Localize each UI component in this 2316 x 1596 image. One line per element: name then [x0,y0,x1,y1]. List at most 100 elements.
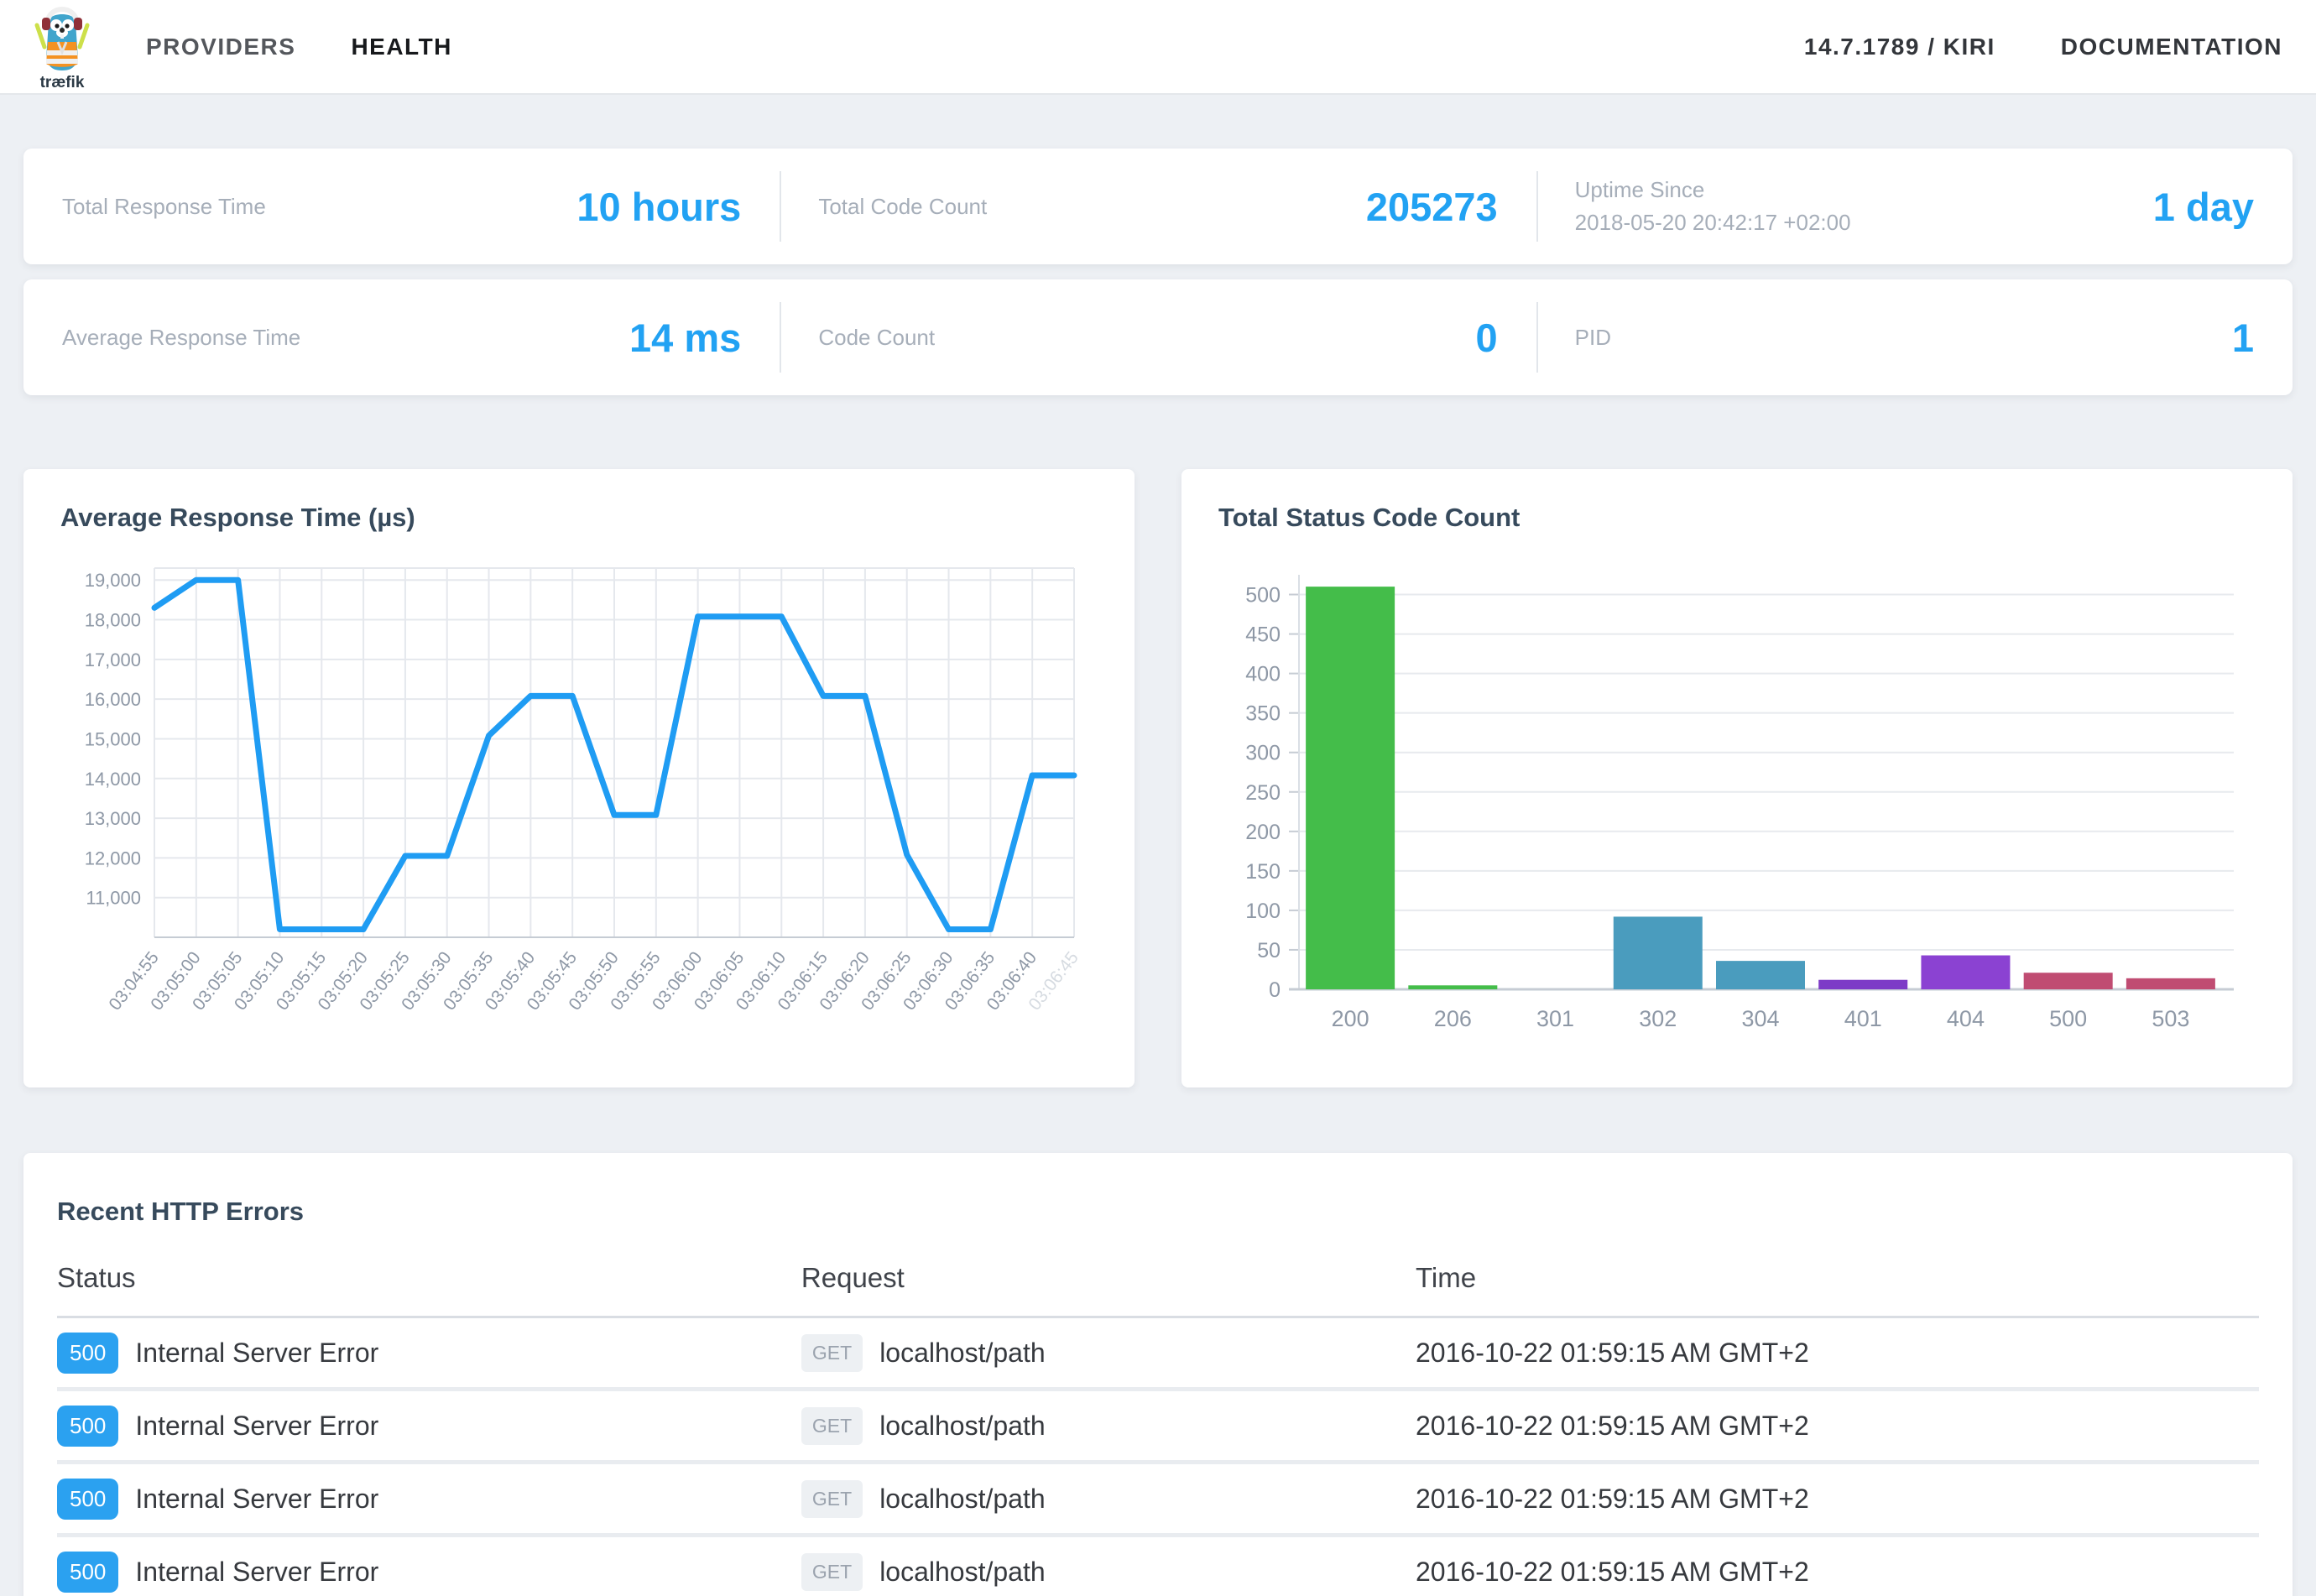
stat-label: Total Code Count [818,190,987,223]
request-path: localhost/path [879,1484,1045,1515]
status-code-chart-panel: Total Status Code Count 0501001502002503… [1181,469,2293,1087]
stat-total-code-count: Total Code Count 205273 [780,149,1536,264]
svg-text:14,000: 14,000 [85,769,141,790]
response-time-chart-panel: Average Response Time (µs) 11,00012,0001… [23,469,1135,1087]
request-path: localhost/path [879,1411,1045,1442]
status-cell: 500 Internal Server Error [57,1406,801,1447]
dashboard-content: Total Response Time 10 hours Total Code … [0,149,2316,1596]
time-cell: 2016-10-22 01:59:15 AM GMT+2 [1416,1338,2259,1369]
charts-row: Average Response Time (µs) 11,00012,0001… [23,469,2293,1087]
svg-text:401: 401 [1844,1006,1882,1031]
request-cell: GET localhost/path [801,1407,1416,1445]
status-text: Internal Server Error [135,1557,378,1588]
column-header-status: Status [57,1262,801,1294]
nav-right: 14.7.1789 / KIRI DOCUMENTATION [1804,34,2282,60]
table-body: 500 Internal Server Error GET localhost/… [57,1318,2259,1596]
svg-text:15,000: 15,000 [85,728,141,749]
table-title: Recent HTTP Errors [57,1197,2259,1227]
svg-text:500: 500 [2049,1006,2087,1031]
traefik-wordmark: træfik [40,74,85,91]
http-error-row: 500 Internal Server Error GET localhost/… [57,1391,2259,1464]
stat-label: Uptime Since 2018-05-20 20:42:17 +02:00 [1575,174,1851,239]
line-chart-title: Average Response Time (µs) [60,503,1098,533]
status-cell: 500 Internal Server Error [57,1552,801,1593]
svg-text:16,000: 16,000 [85,689,141,710]
svg-text:50: 50 [1257,939,1281,962]
svg-text:11,000: 11,000 [86,888,141,909]
svg-text:17,000: 17,000 [85,649,141,670]
status-cell: 500 Internal Server Error [57,1333,801,1374]
svg-text:13,000: 13,000 [85,808,141,829]
request-path: localhost/path [879,1338,1045,1369]
http-error-row: 500 Internal Server Error GET localhost/… [57,1537,2259,1596]
time-cell: 2016-10-22 01:59:15 AM GMT+2 [1416,1411,2259,1442]
stat-code-count: Code Count 0 [780,279,1536,395]
stat-label: Code Count [818,321,935,354]
svg-text:503: 503 [2152,1006,2189,1031]
top-navbar: træfik PROVIDERS HEALTH 14.7.1789 / KIRI… [0,0,2316,95]
traefik-gopher-icon: træfik [26,3,98,91]
svg-text:18,000: 18,000 [85,610,141,631]
svg-text:250: 250 [1245,781,1281,805]
svg-text:404: 404 [1947,1006,1985,1031]
svg-text:500: 500 [1245,584,1281,608]
stat-value: 1 [2232,315,2254,361]
http-error-row: 500 Internal Server Error GET localhost/… [57,1464,2259,1537]
http-error-row: 500 Internal Server Error GET localhost/… [57,1318,2259,1391]
status-code-badge: 500 [57,1333,118,1374]
nav-item-documentation[interactable]: DOCUMENTATION [2061,34,2282,60]
traefik-logo[interactable]: træfik [22,3,102,91]
http-method-chip: GET [801,1407,863,1445]
status-code-badge: 500 [57,1552,118,1593]
nav-item-providers[interactable]: PROVIDERS [146,34,295,60]
svg-text:150: 150 [1245,860,1281,884]
version-label: 14.7.1789 / KIRI [1804,34,1995,60]
http-method-chip: GET [801,1480,863,1518]
http-method-chip: GET [801,1334,863,1372]
stat-total-response-time: Total Response Time 10 hours [23,149,780,264]
status-code-badge: 500 [57,1406,118,1447]
average-response-time-line-chart: 11,000 12,000 13,000 14,000 15,000 16,000 17,0… [60,550,1098,1053]
time-cell: 2016-10-22 01:59:15 AM GMT+2 [1416,1557,2259,1588]
svg-text:350: 350 [1245,702,1281,726]
stat-average-response-time: Average Response Time 14 ms [23,279,780,395]
svg-text:12,000: 12,000 [85,848,141,868]
total-status-code-bar-chart: 0501001502002503003504004505002002063013… [1218,550,2256,1053]
status-text: Internal Server Error [135,1338,378,1369]
http-method-chip: GET [801,1553,863,1591]
uptime-label: Uptime Since [1575,174,1851,206]
stat-label: Total Response Time [62,190,266,223]
bar-chart-title: Total Status Code Count [1218,503,2256,533]
status-code-badge: 500 [57,1479,118,1520]
stat-value: 14 ms [629,315,741,361]
svg-text:302: 302 [1639,1006,1677,1031]
status-cell: 500 Internal Server Error [57,1479,801,1520]
svg-text:206: 206 [1434,1006,1472,1031]
stats-row-current: Average Response Time 14 ms Code Count 0… [23,279,2293,395]
request-path: localhost/path [879,1557,1045,1588]
request-cell: GET localhost/path [801,1334,1416,1372]
svg-text:304: 304 [1741,1006,1779,1031]
svg-text:301: 301 [1536,1006,1574,1031]
stat-label: PID [1575,321,1611,354]
status-text: Internal Server Error [135,1411,378,1442]
uptime-timestamp: 2018-05-20 20:42:17 +02:00 [1575,206,1851,239]
svg-text:300: 300 [1245,742,1281,765]
recent-http-errors-panel: Recent HTTP Errors Status Request Time 5… [23,1153,2293,1596]
request-cell: GET localhost/path [801,1553,1416,1591]
column-header-time: Time [1416,1262,2259,1294]
svg-text:200: 200 [1332,1006,1369,1031]
stats-row-totals: Total Response Time 10 hours Total Code … [23,149,2293,264]
stat-uptime-since: Uptime Since 2018-05-20 20:42:17 +02:00 … [1536,149,2293,264]
stat-pid: PID 1 [1536,279,2293,395]
stat-value: 1 day [2153,184,2254,230]
nav-item-health[interactable]: HEALTH [351,34,451,60]
stat-value: 0 [1476,315,1498,361]
stat-value: 205273 [1366,184,1498,230]
svg-text:100: 100 [1245,900,1281,923]
time-cell: 2016-10-22 01:59:15 AM GMT+2 [1416,1484,2259,1515]
table-header-row: Status Request Time [57,1252,2259,1318]
stat-value: 10 hours [576,184,741,230]
column-header-request: Request [801,1262,1416,1294]
stat-label: Average Response Time [62,321,300,354]
